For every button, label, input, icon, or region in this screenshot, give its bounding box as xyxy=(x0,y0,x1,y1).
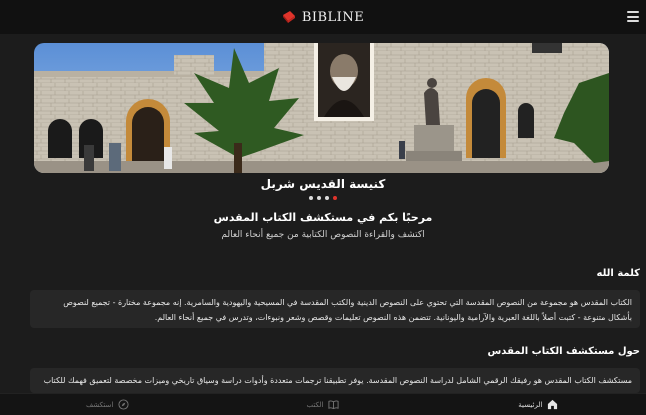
nav-label: استكشف xyxy=(86,400,114,409)
carousel-dot-active[interactable] xyxy=(333,196,337,200)
section-card-about: مستكشف الكتاب المقدس هو رفيقك الرقمي الش… xyxy=(30,368,640,393)
hero-banner[interactable] xyxy=(34,43,609,173)
nav-label: الكتب xyxy=(306,400,324,409)
bottom-navigation: الرئيسية الكتب استكشف xyxy=(0,393,646,415)
carousel-dot[interactable] xyxy=(317,196,321,200)
nav-label: الرئيسية xyxy=(518,400,543,409)
section-title-word-of-god: كلمة الله xyxy=(596,268,640,279)
nav-home[interactable]: الرئيسية xyxy=(431,394,646,415)
church-photo xyxy=(34,43,609,173)
welcome-subtitle: اكتشف والقراءة النصوص الكتابية من جميع أ… xyxy=(221,230,425,240)
nav-explore[interactable]: استكشف xyxy=(0,394,215,415)
welcome-heading: مرحبًا بكم في مستكشف الكتاب المقدس xyxy=(213,211,433,224)
book-icon xyxy=(328,400,340,410)
section-title-about: حول مستكشف الكتاب المقدس xyxy=(487,346,641,357)
banner-title: كنيسة القديس شربل xyxy=(260,177,386,191)
hamburger-menu-icon[interactable] xyxy=(627,11,639,22)
compass-icon xyxy=(118,399,129,410)
home-icon xyxy=(548,399,558,410)
top-bar: BIBLINE xyxy=(0,0,646,34)
bibline-logo-icon xyxy=(282,11,295,23)
brand-name: BIBLINE xyxy=(301,9,365,25)
nav-books[interactable]: الكتب xyxy=(215,394,430,415)
brand[interactable]: BIBLINE xyxy=(282,10,364,25)
carousel-dot[interactable] xyxy=(325,196,329,200)
carousel-dot[interactable] xyxy=(309,196,313,200)
section-card-word-of-god: الكتاب المقدس هو مجموعة من النصوص المقدس… xyxy=(30,290,640,328)
section-body: مستكشف الكتاب المقدس هو رفيقك الرقمي الش… xyxy=(43,376,632,385)
carousel-dots xyxy=(0,196,646,200)
section-body: الكتاب المقدس هو مجموعة من النصوص المقدس… xyxy=(63,298,632,322)
